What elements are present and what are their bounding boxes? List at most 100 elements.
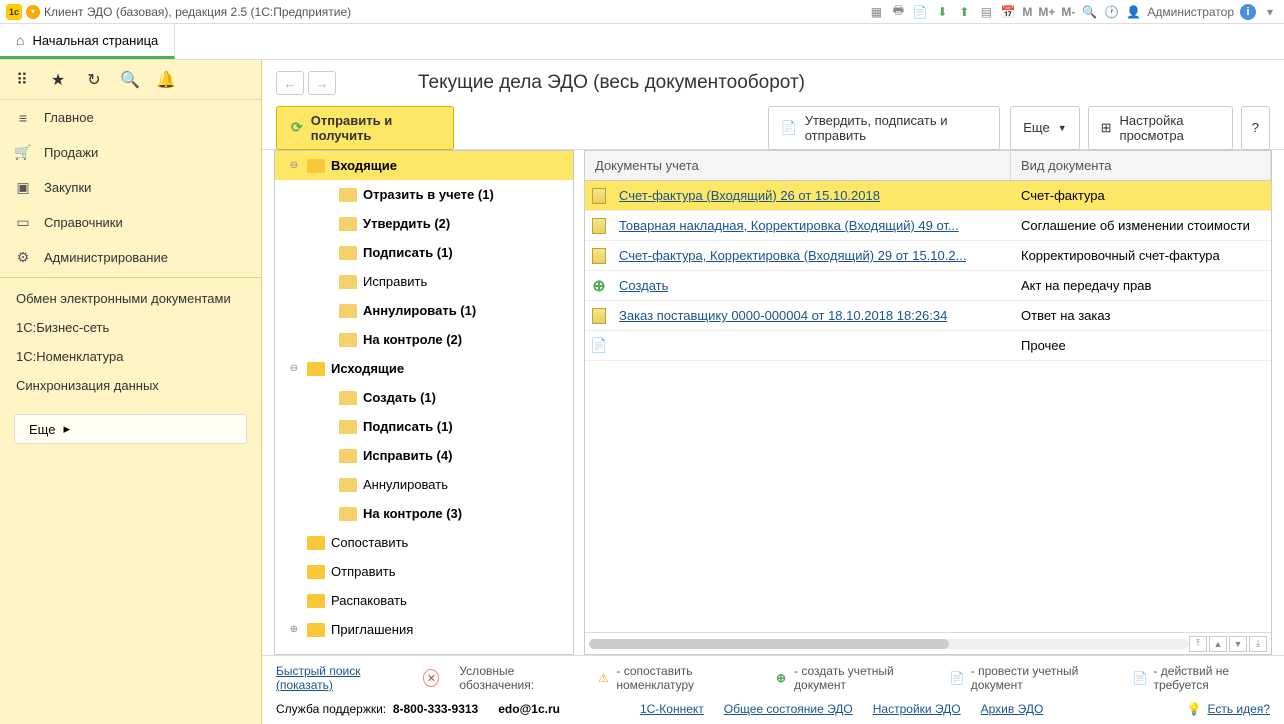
tree-node[interactable]: Создать (1) [275,383,573,412]
table-row[interactable]: Счет-фактура, Корректировка (Входящий) 2… [585,241,1271,271]
sub-edo-exchange[interactable]: Обмен электронными документами [0,284,261,313]
table-row[interactable]: Товарная накладная, Корректировка (Входя… [585,211,1271,241]
tree-node[interactable]: Отразить в учете (1) [275,180,573,209]
tree-node[interactable]: Подписать (1) [275,238,573,267]
horizontal-scrollbar[interactable] [589,639,1189,649]
folder-icon [339,217,357,231]
footer: Быстрый поиск (показать) ✕ Условные обоз… [262,655,1284,724]
calendar-icon[interactable]: 📅 [1000,4,1016,20]
nav-back-button[interactable]: ← [276,71,304,95]
app-menu-dropdown[interactable]: ▾ [26,5,40,19]
quick-search-link[interactable]: Быстрый поиск (показать) [276,664,403,692]
tree-node[interactable]: Распаковать [275,586,573,615]
clock-icon[interactable]: 🕐 [1103,4,1119,20]
nav-admin[interactable]: ⚙Администрирование [0,240,261,275]
link-1c-connect[interactable]: 1С-Коннект [640,702,704,716]
list-icon: ≡ [14,110,32,126]
home-icon: ⌂ [16,32,24,48]
print-icon[interactable]: 🖶 [890,4,906,20]
document-link[interactable]: Создать [619,278,668,293]
tree-node[interactable]: Сопоставить [275,528,573,557]
document-link[interactable]: Заказ поставщику 0000-000004 от 18.10.20… [619,308,947,323]
m-minus-button[interactable]: M- [1061,5,1075,19]
tree-node[interactable]: ⊕Приглашения [275,615,573,644]
nav-sales[interactable]: 🛒Продажи [0,135,261,170]
col-type-header[interactable]: Вид документа [1011,151,1271,180]
nav-refs[interactable]: ▭Справочники [0,205,261,240]
document-link[interactable]: Товарная накладная, Корректировка (Входя… [619,218,959,233]
bell-icon[interactable]: 🔔 [152,66,180,94]
nav-purchases[interactable]: ▣Закупки [0,170,261,205]
view-settings-button[interactable]: ⊞Настройка просмотра [1088,106,1233,150]
tree-node[interactable]: Подписать (1) [275,412,573,441]
sub-nomenclature[interactable]: 1С:Номенклатура [0,342,261,371]
scroll-first-button[interactable]: ⤒ [1189,636,1207,652]
table-row[interactable]: 📄Прочее [585,331,1271,361]
help-button[interactable]: ? [1241,106,1270,150]
idea-link[interactable]: Есть идея? [1207,702,1270,716]
folder-icon [307,623,325,637]
m-plus-button[interactable]: M+ [1038,5,1055,19]
table-row[interactable]: ⊕СоздатьАкт на передачу прав [585,271,1271,301]
tree-node[interactable]: На контроле (2) [275,325,573,354]
compare-icon[interactable]: ⬆ [956,4,972,20]
close-icon[interactable]: ✕ [423,669,439,687]
sub-sync[interactable]: Синхронизация данных [0,371,261,400]
document-type: Корректировочный счет-фактура [1011,248,1271,263]
nav-main[interactable]: ≡Главное [0,100,261,135]
zoom-icon[interactable]: 🔍 [1081,4,1097,20]
link-edo-settings[interactable]: Настройки ЭДО [873,702,961,716]
document-link[interactable]: Счет-фактура, Корректировка (Входящий) 2… [619,248,966,263]
tree-node[interactable]: На контроле (3) [275,499,573,528]
tree-toggle-icon[interactable]: ⊕ [287,624,301,635]
nav-forward-button[interactable]: → [308,71,336,95]
tree-node[interactable]: Исправить [275,267,573,296]
scroll-last-button[interactable]: ⤓ [1249,636,1267,652]
info-icon[interactable]: i [1240,4,1256,20]
folder-tree[interactable]: ⊖ВходящиеОтразить в учете (1)Утвердить (… [274,150,574,655]
link-edo-archive[interactable]: Архив ЭДО [981,702,1044,716]
tree-node[interactable]: Аннулировать [275,470,573,499]
tree-node-label: Создать (1) [363,390,567,405]
tree-node[interactable]: Аннулировать (1) [275,296,573,325]
scroll-down-button[interactable]: ▼ [1229,636,1247,652]
tab-home[interactable]: ⌂ Начальная страница [0,24,175,59]
tree-toggle-icon[interactable]: ⊖ [287,160,301,171]
scroll-up-button[interactable]: ▲ [1209,636,1227,652]
search-icon[interactable]: 🔍 [116,66,144,94]
tree-node[interactable]: Отправить [275,557,573,586]
sidebar-more-button[interactable]: Еще ▸ [14,414,247,444]
tree-node[interactable]: ⊖Исходящие [275,354,573,383]
more-button[interactable]: Еще▼ [1010,106,1079,150]
send-receive-button[interactable]: ⟳ Отправить и получить [276,106,454,150]
calc-icon[interactable]: ▤ [978,4,994,20]
apps-icon[interactable]: ⠿ [8,66,36,94]
tree-node[interactable]: Исправить (4) [275,441,573,470]
col-docs-header[interactable]: Документы учета [585,151,1011,180]
save-icon[interactable]: ⬇ [934,4,950,20]
folder-icon [307,362,325,376]
cart-icon: 🛒 [14,144,32,161]
folder-icon [339,246,357,260]
m-button[interactable]: M [1022,5,1032,19]
support-email: edo@1c.ru [498,702,560,716]
folder-icon [339,391,357,405]
table-row[interactable]: Заказ поставщику 0000-000004 от 18.10.20… [585,301,1271,331]
grid-icon[interactable]: ▦ [868,4,884,20]
row-status-icon [585,308,613,324]
tree-node[interactable]: Утвердить (2) [275,209,573,238]
chevron-right-icon: ▸ [63,421,70,437]
sub-business-net[interactable]: 1С:Бизнес-сеть [0,313,261,342]
approve-sign-send-button[interactable]: 📄 Утвердить, подписать и отправить [768,106,1001,150]
doc-icon[interactable]: 📄 [912,4,928,20]
history-icon[interactable]: ↻ [80,66,108,94]
table-row[interactable]: Счет-фактура (Входящий) 26 от 15.10.2018… [585,181,1271,211]
titlebar: 1c ▾ Клиент ЭДО (базовая), редакция 2.5 … [0,0,1284,24]
link-edo-status[interactable]: Общее состояние ЭДО [724,702,853,716]
titlebar-dropdown[interactable]: ▾ [1262,4,1278,20]
star-icon[interactable]: ★ [44,66,72,94]
row-status-icon [585,248,613,264]
tree-toggle-icon[interactable]: ⊖ [287,363,301,374]
tree-node[interactable]: ⊖Входящие [275,151,573,180]
document-link[interactable]: Счет-фактура (Входящий) 26 от 15.10.2018 [619,188,880,203]
